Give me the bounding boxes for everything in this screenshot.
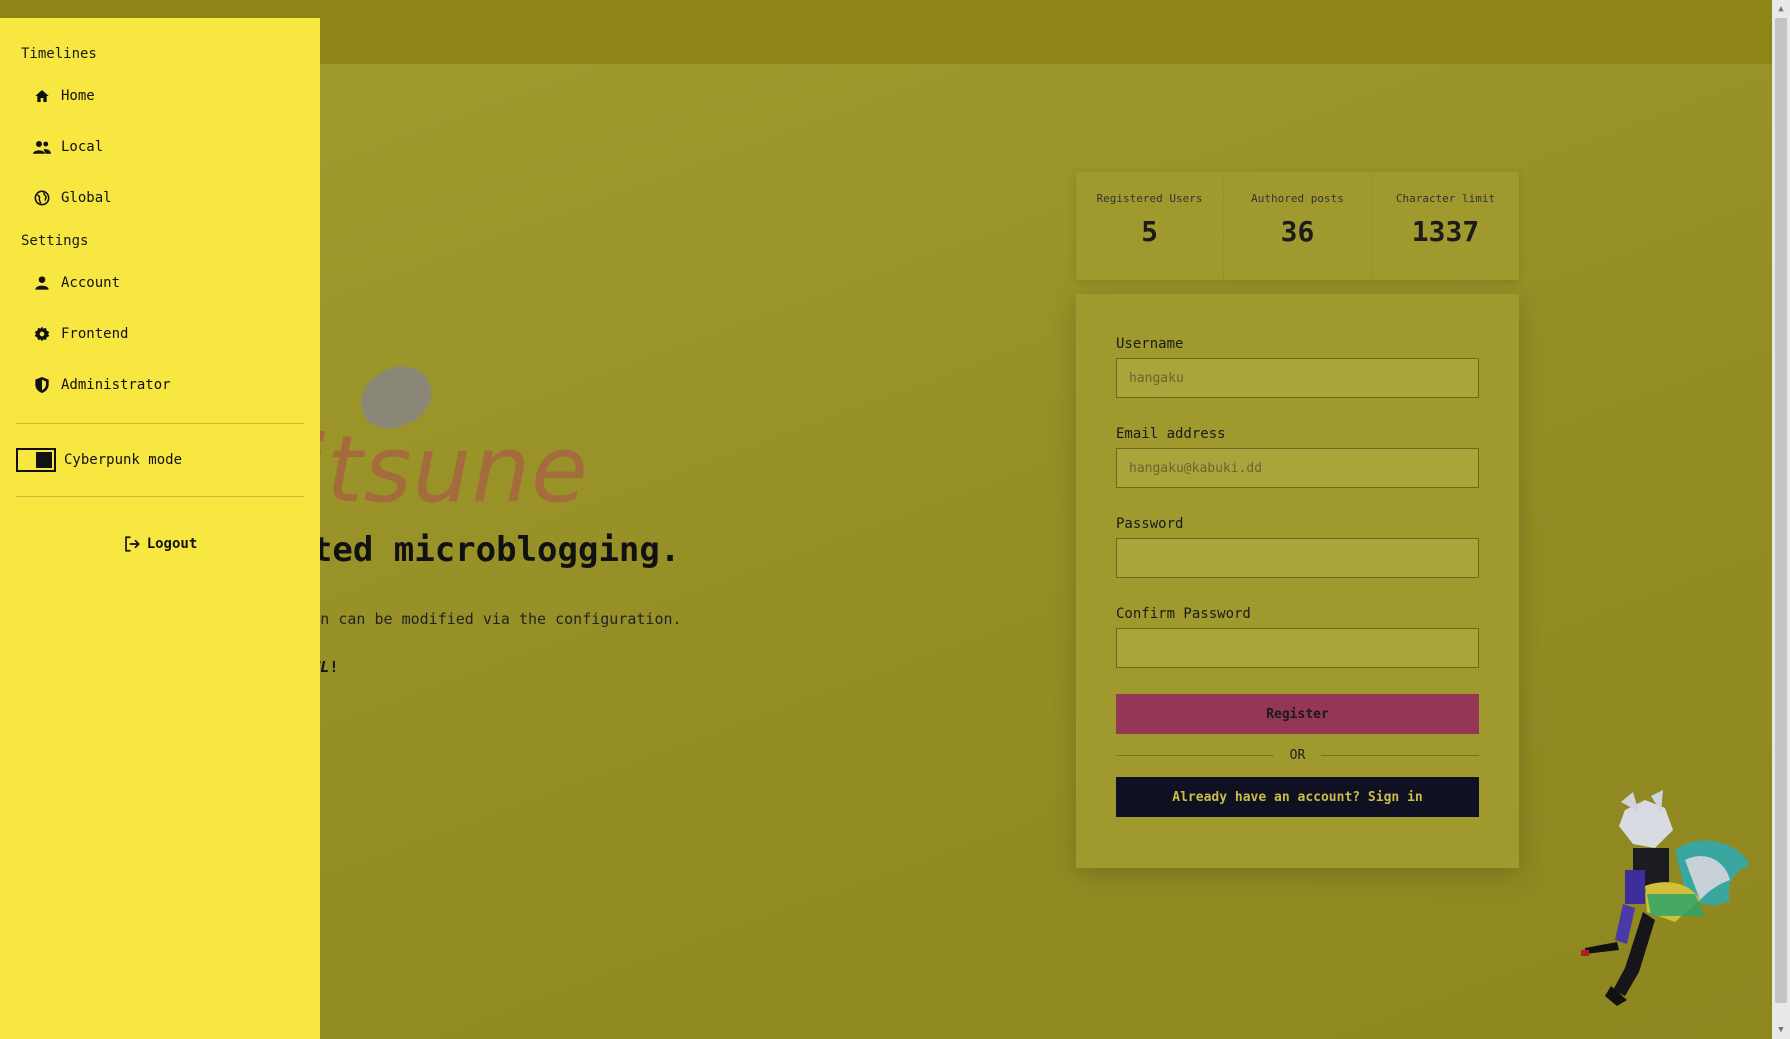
nav-item-account[interactable]: Account — [0, 271, 320, 295]
stat-value: 36 — [1280, 215, 1315, 248]
cyberpunk-mode-row[interactable]: Cyberpunk mode — [0, 424, 320, 496]
page-scrollbar[interactable]: ▲ ▼ — [1772, 0, 1790, 1039]
nav-item-label: Global — [61, 190, 112, 206]
stat-label: Registered Users — [1096, 192, 1203, 205]
nav-item-home[interactable]: Home — [0, 84, 320, 108]
hero-note-suffix: ! — [329, 658, 339, 676]
nav-item-global[interactable]: Global — [0, 186, 320, 210]
password-input[interactable] — [1116, 538, 1479, 578]
timelines-section-title: Timelines — [21, 46, 97, 62]
username-field-group: Username — [1116, 336, 1479, 398]
or-text: OR — [1289, 748, 1306, 763]
email-label: Email address — [1116, 426, 1226, 442]
stat-value: 1337 — [1411, 215, 1480, 248]
stat-character-limit: Character limit 1337 — [1372, 172, 1519, 280]
settings-section-title: Settings — [21, 233, 89, 249]
logout-button[interactable]: Logout — [0, 535, 320, 553]
email-field-group: Email address — [1116, 426, 1479, 488]
stat-label: Character limit — [1395, 192, 1496, 205]
scroll-up-icon[interactable]: ▲ — [1772, 0, 1790, 18]
person-icon — [33, 274, 51, 292]
nav-item-local[interactable]: Local — [0, 135, 320, 159]
password-label: Password — [1116, 516, 1184, 532]
scroll-down-icon[interactable]: ▼ — [1772, 1021, 1790, 1039]
drawer-divider — [16, 496, 304, 497]
gear-icon — [33, 325, 51, 343]
email-input[interactable] — [1116, 448, 1479, 488]
mascot-illustration — [1581, 790, 1750, 1006]
divider-line — [1116, 755, 1274, 756]
username-label: Username — [1116, 336, 1184, 352]
password-field-group: Password — [1116, 516, 1479, 578]
or-divider: OR — [1116, 748, 1479, 763]
nav-item-label: Account — [61, 275, 121, 291]
users-icon — [33, 138, 51, 156]
instance-stats: Registered Users 5 Authored posts 36 Cha… — [1076, 172, 1519, 280]
logout-label: Logout — [146, 536, 198, 552]
nav-item-label: Local — [61, 139, 104, 155]
register-button[interactable]: Register — [1116, 694, 1479, 734]
register-form: Username Email address Password Confirm … — [1076, 294, 1519, 868]
confirm-password-label: Confirm Password — [1116, 606, 1251, 622]
username-input[interactable] — [1116, 358, 1479, 398]
nav-item-label: Frontend — [61, 326, 129, 342]
confirm-password-input[interactable] — [1116, 628, 1479, 668]
cyberpunk-mode-toggle[interactable] — [16, 448, 56, 472]
stat-authored-posts: Authored posts 36 — [1224, 172, 1372, 280]
divider-line — [1321, 755, 1479, 756]
scroll-thumb[interactable] — [1775, 18, 1787, 1003]
logout-icon — [123, 535, 141, 553]
stat-label: Authored posts — [1251, 192, 1344, 205]
nav-item-label: Administrator — [61, 377, 171, 393]
cyberpunk-mode-label: Cyberpunk mode — [64, 452, 183, 468]
stat-registered-users: Registered Users 5 — [1076, 172, 1224, 280]
globe-icon — [33, 189, 51, 207]
home-icon — [33, 87, 51, 105]
toggle-knob — [36, 452, 52, 468]
confirm-password-field-group: Confirm Password — [1116, 606, 1479, 668]
logo-text: itsune — [300, 416, 589, 523]
sign-in-button[interactable]: Already have an account? Sign in — [1116, 777, 1479, 817]
navigation-drawer: Timelines Home Local Global Settings Acc… — [0, 18, 320, 1039]
nav-item-label: Home — [61, 88, 95, 104]
shield-icon — [33, 376, 51, 394]
stat-value: 5 — [1141, 215, 1158, 248]
nav-item-administrator[interactable]: Administrator — [0, 373, 320, 397]
nav-item-frontend[interactable]: Frontend — [0, 322, 320, 346]
